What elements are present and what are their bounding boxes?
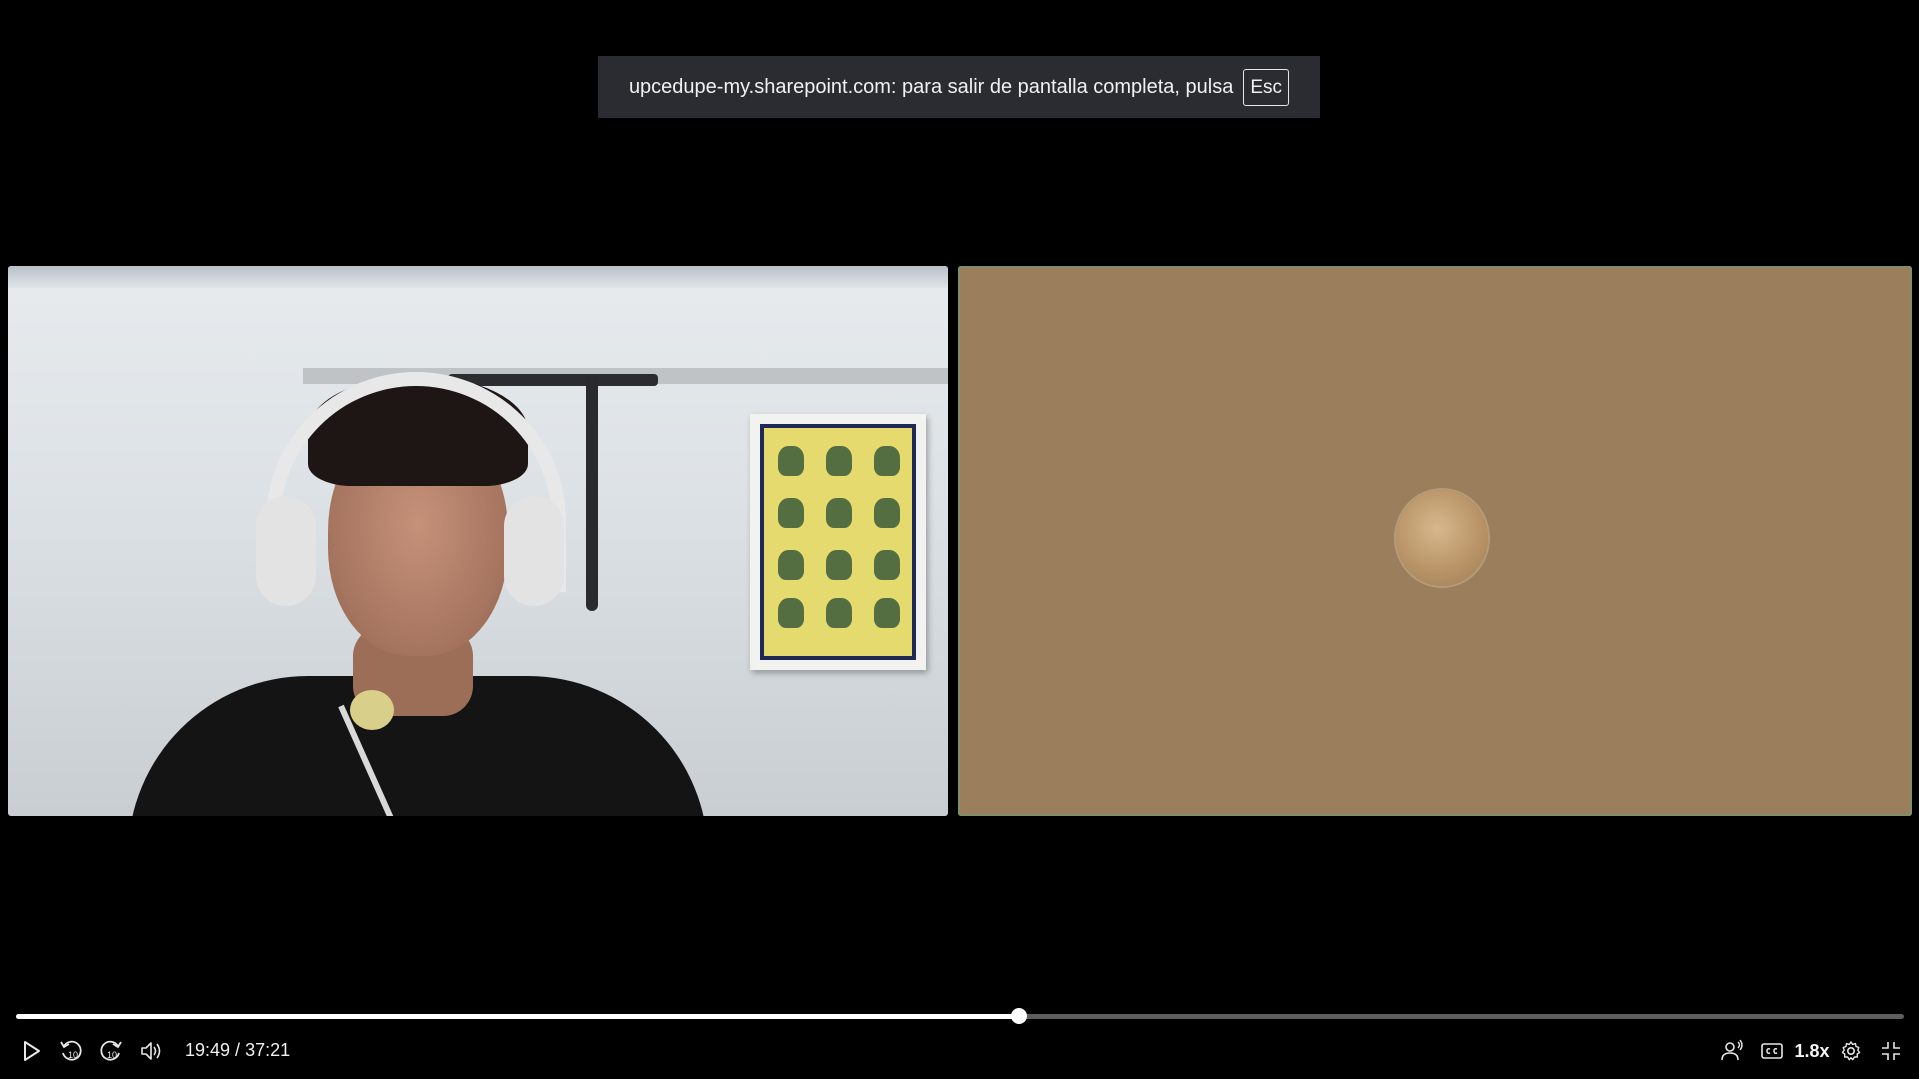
duration: 37:21 — [245, 1040, 291, 1060]
play-button[interactable] — [20, 1036, 44, 1066]
forward-10-icon: 10 — [100, 1040, 122, 1061]
seek-bar[interactable] — [16, 1008, 1904, 1024]
headphones-earcup — [256, 496, 316, 606]
playback-speed-button[interactable]: 1.8x — [1792, 1036, 1832, 1066]
poster-figure — [826, 446, 852, 476]
poster-figure — [874, 550, 900, 580]
player-controls: 10 10 19:49 / 37:21 1.8x — [0, 1036, 1919, 1070]
seek-bar-progress — [16, 1014, 1019, 1019]
play-icon — [24, 1041, 40, 1061]
svg-text:10: 10 — [68, 1050, 78, 1060]
esc-key-hint: Esc — [1243, 68, 1290, 106]
current-time: 19:49 — [185, 1040, 231, 1060]
headphones-earcup — [504, 496, 564, 606]
exit-fullscreen-button[interactable] — [1878, 1036, 1904, 1066]
rewind-10-icon: 10 — [60, 1040, 82, 1061]
scene-bar-vertical — [586, 376, 598, 611]
poster-figure — [778, 446, 804, 476]
poster-figure — [778, 550, 804, 580]
poster-figure — [826, 598, 852, 628]
exit-fullscreen-icon — [1882, 1042, 1900, 1060]
volume-button[interactable] — [138, 1036, 164, 1066]
scene-ceiling — [8, 266, 948, 288]
speaker-view-button[interactable] — [1718, 1036, 1746, 1066]
participant-camera-tile — [8, 266, 948, 816]
poster-figure — [826, 498, 852, 528]
volume-icon — [141, 1042, 161, 1060]
poster-figure — [826, 550, 852, 580]
poster-figure — [874, 498, 900, 528]
poster-artwork — [760, 424, 916, 660]
time-display: 19:49 / 37:21 — [185, 1040, 290, 1061]
poster-figure — [778, 598, 804, 628]
forward-10-button[interactable]: 10 — [98, 1036, 124, 1066]
headset-mic — [350, 690, 394, 730]
poster-figure — [778, 498, 804, 528]
speaker-view-icon — [1721, 1039, 1743, 1061]
captions-icon — [1761, 1043, 1783, 1059]
rewind-10-button[interactable]: 10 — [58, 1036, 84, 1066]
participant-avatar-tile — [958, 266, 1912, 816]
poster-figure — [874, 446, 900, 476]
wall-poster — [750, 414, 926, 670]
gear-icon — [1841, 1041, 1861, 1061]
time-separator: / — [230, 1040, 246, 1060]
seek-bar-handle[interactable] — [1011, 1008, 1027, 1024]
participant-avatar-image — [1396, 490, 1488, 586]
fullscreen-notice-text: upcedupe-my.sharepoint.com: para salir d… — [628, 75, 1234, 98]
poster-figure — [874, 598, 900, 628]
fullscreen-notice: upcedupe-my.sharepoint.com: para salir d… — [598, 56, 1320, 118]
scene-bar — [448, 374, 658, 386]
captions-button[interactable] — [1758, 1036, 1786, 1066]
settings-button[interactable] — [1838, 1036, 1864, 1066]
svg-text:10: 10 — [107, 1050, 117, 1060]
video-frame[interactable] — [0, 262, 1919, 822]
video-player: upcedupe-my.sharepoint.com: para salir d… — [0, 0, 1919, 1079]
